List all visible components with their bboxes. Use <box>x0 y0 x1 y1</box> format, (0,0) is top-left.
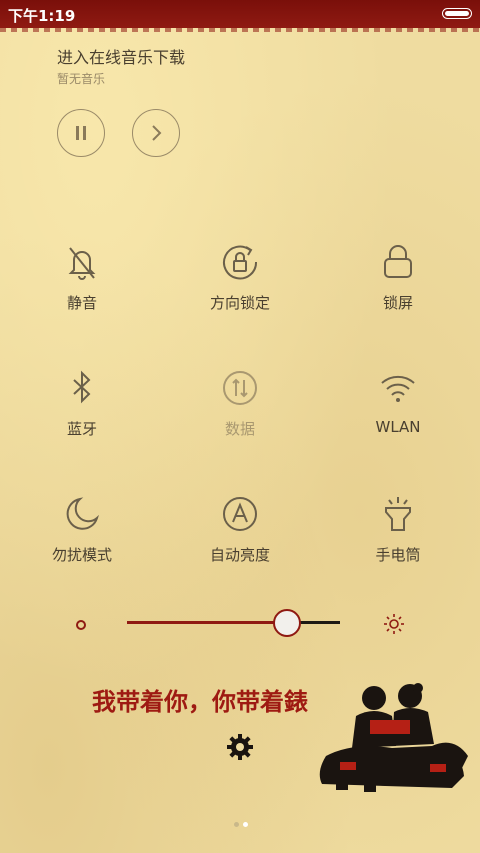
brightness-slider-fill <box>127 621 287 624</box>
toggle-wlan[interactable]: WLAN <box>328 368 468 458</box>
tile-label: 方向锁定 <box>209 294 270 312</box>
music-subtitle: 暂无音乐 <box>57 72 106 86</box>
tile-label: 手电筒 <box>375 546 421 564</box>
brightness-low-icon <box>76 620 86 630</box>
flashlight-icon <box>385 497 411 531</box>
music-title[interactable]: 进入在线音乐下载 <box>57 44 185 68</box>
status-bar: 下午1:19 <box>0 0 480 28</box>
decorative-border <box>0 28 480 32</box>
toggle-do-not-disturb[interactable]: 勿扰模式 <box>12 494 152 584</box>
tile-label: 自动亮度 <box>209 546 270 564</box>
toggle-auto-brightness[interactable]: 自动亮度 <box>170 494 310 584</box>
toggle-mute[interactable]: 静音 <box>12 242 152 332</box>
brightness-high-icon <box>384 614 404 634</box>
next-icon <box>152 125 162 141</box>
wifi-icon <box>381 375 415 402</box>
mute-bell-icon <box>68 247 96 280</box>
rotation-lock-icon <box>223 245 258 280</box>
battery-icon <box>442 8 472 19</box>
page-dot <box>234 822 239 827</box>
brightness-slider-thumb[interactable] <box>273 609 301 637</box>
tile-label: 锁屏 <box>382 294 413 312</box>
toggle-flashlight[interactable]: 手电筒 <box>328 494 468 584</box>
slogan-text: 我带着你，你带着錶 <box>92 687 308 716</box>
next-button[interactable] <box>132 109 180 157</box>
toggle-rotation-lock[interactable]: 方向锁定 <box>170 242 310 332</box>
toggle-bluetooth[interactable]: 蓝牙 <box>12 368 152 458</box>
lock-icon <box>384 245 412 278</box>
tile-label: 静音 <box>66 294 97 312</box>
auto-brightness-icon <box>223 497 257 531</box>
brightness-slider[interactable] <box>127 621 340 624</box>
bluetooth-icon <box>73 370 91 404</box>
data-icon <box>223 371 257 405</box>
page-indicator <box>232 812 250 831</box>
tile-label: 蓝牙 <box>66 420 97 438</box>
toggle-lock-screen[interactable]: 锁屏 <box>328 242 468 332</box>
papercut-children-illustration <box>319 683 468 792</box>
toggle-mobile-data[interactable]: 数据 <box>170 368 310 458</box>
page-dot-active <box>243 822 248 827</box>
moon-icon <box>66 497 99 530</box>
pause-icon <box>76 126 86 140</box>
tile-label: 勿扰模式 <box>51 546 112 564</box>
pause-button[interactable] <box>57 109 105 157</box>
tile-label: WLAN <box>375 418 421 436</box>
tile-label: 数据 <box>224 420 255 438</box>
status-time: 下午1:19 <box>8 7 76 25</box>
settings-gear-icon[interactable] <box>226 733 254 761</box>
